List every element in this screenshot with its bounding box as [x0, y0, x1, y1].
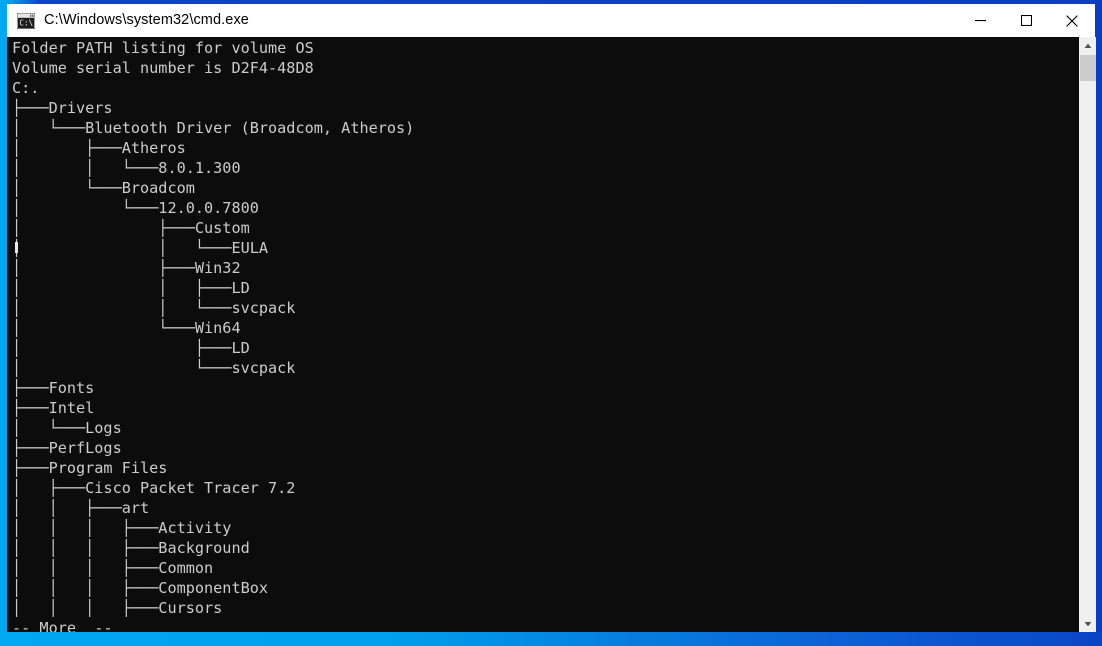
window-title: C:\Windows\system32\cmd.exe	[44, 11, 249, 28]
scroll-down-arrow-icon	[1084, 621, 1092, 626]
window-titlebar[interactable]: C:\ C:\Windows\system32\cmd.exe	[7, 4, 1095, 37]
minimize-button[interactable]	[957, 4, 1003, 37]
scrollbar-thumb[interactable]	[1080, 55, 1096, 81]
close-icon	[1066, 14, 1078, 27]
scroll-down-button[interactable]	[1080, 615, 1096, 632]
console-text: Folder PATH listing for volume OS Volume…	[12, 39, 415, 632]
cmd-console-icon: C:\	[16, 12, 36, 29]
console-scrollbar[interactable]	[1078, 37, 1096, 632]
window-controls	[957, 4, 1095, 37]
scrollbar-track[interactable]	[1080, 54, 1096, 615]
maximize-icon	[1020, 15, 1032, 26]
close-button[interactable]	[1049, 4, 1095, 37]
text-cursor-artifact	[15, 242, 18, 253]
cmd-window: C:\ C:\Windows\system32\cmd.exe Folder P…	[7, 4, 1096, 632]
scroll-up-button[interactable]	[1080, 37, 1096, 54]
minimize-icon	[974, 20, 986, 22]
svg-text:C:\: C:\	[19, 18, 33, 27]
desktop-left-edge	[0, 0, 7, 646]
maximize-button[interactable]	[1003, 4, 1049, 37]
scroll-up-arrow-icon	[1084, 43, 1092, 48]
console-output-area[interactable]: Folder PATH listing for volume OS Volume…	[7, 37, 1095, 632]
desktop-bottom-edge	[0, 632, 1102, 646]
